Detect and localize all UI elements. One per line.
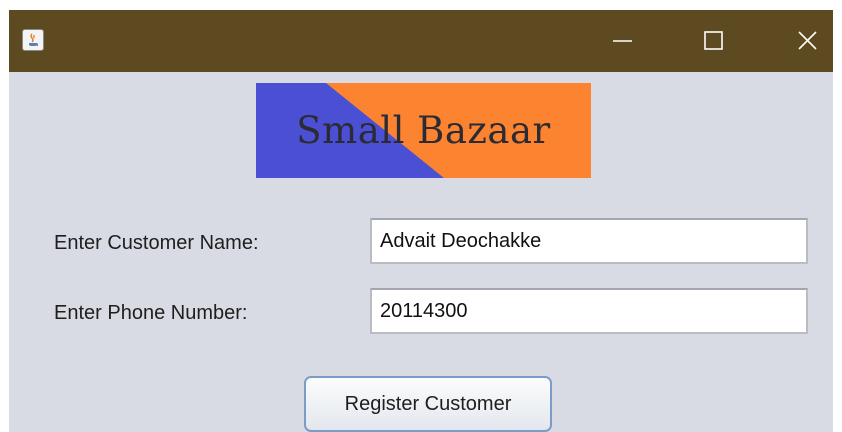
- customer-name-input[interactable]: [370, 218, 808, 264]
- minimize-icon: [613, 40, 632, 42]
- maximize-button[interactable]: [683, 10, 743, 72]
- maximize-icon: [704, 31, 723, 50]
- close-icon: [798, 31, 817, 50]
- phone-number-label: Enter Phone Number:: [54, 302, 248, 324]
- logo-text: Small Bazaar: [296, 109, 551, 152]
- java-app-icon[interactable]: [22, 29, 44, 51]
- register-customer-button[interactable]: Register Customer: [304, 376, 552, 432]
- app-window: Small Bazaar Enter Customer Name: Enter …: [9, 10, 833, 432]
- small-bazaar-logo: Small Bazaar: [256, 83, 591, 178]
- close-button[interactable]: [777, 10, 833, 72]
- phone-number-input[interactable]: [370, 288, 808, 334]
- title-bar[interactable]: [9, 10, 833, 72]
- customer-name-label: Enter Customer Name:: [54, 232, 259, 254]
- minimize-button[interactable]: [593, 10, 653, 72]
